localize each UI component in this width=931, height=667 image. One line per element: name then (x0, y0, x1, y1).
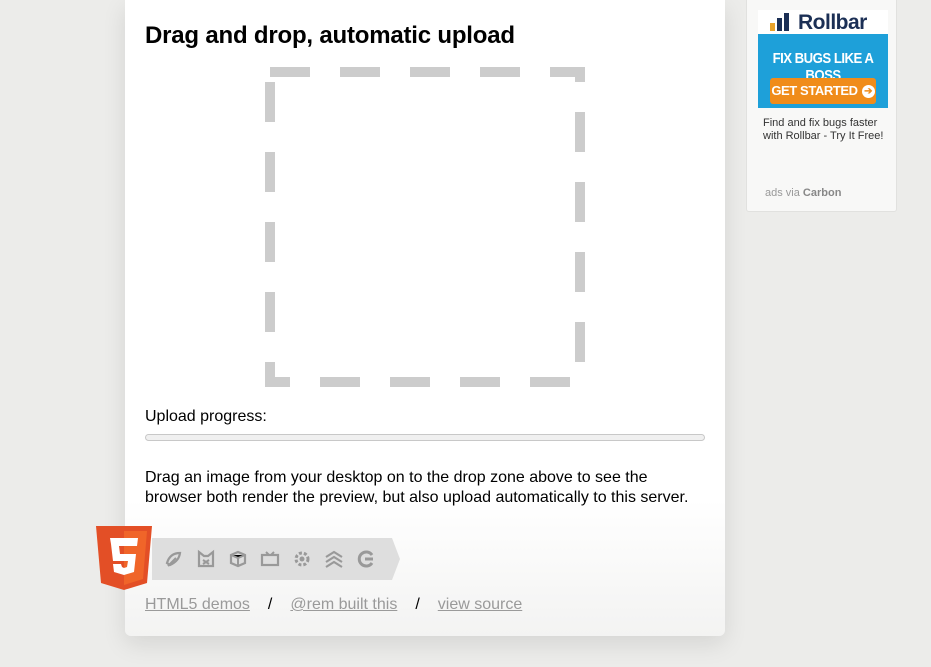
carbon-ad: Rollbar FIX BUGS LIKE A BOSS GET STARTED… (746, 0, 897, 212)
footer-separator: / (267, 596, 273, 613)
page-title: Drag and drop, automatic upload (145, 22, 515, 49)
ad-cta-label: GET STARTED (771, 83, 858, 98)
html5-logo-icon[interactable] (96, 526, 152, 590)
arrow-right-icon: ➔ (861, 85, 875, 99)
semantics-icon[interactable] (356, 549, 376, 569)
html5-technology-ribbon (152, 538, 400, 580)
ads-via-prefix: ads via (765, 187, 800, 199)
footer-separator: / (415, 596, 420, 613)
ad-get-started-button[interactable]: GET STARTED ➔ (770, 78, 876, 104)
footer-links: HTML5 demos / @rem built this / view source (145, 596, 522, 614)
css3-styling-icon[interactable] (324, 549, 344, 569)
html5-demos-link[interactable]: HTML5 demos (145, 596, 250, 613)
multimedia-icon[interactable] (260, 549, 280, 569)
device-access-icon[interactable] (196, 549, 216, 569)
ad-banner-image[interactable]: Rollbar FIX BUGS LIKE A BOSS GET STARTED… (758, 10, 888, 108)
offline-icon[interactable] (164, 549, 184, 569)
ads-via-carbon[interactable]: ads via Carbon (765, 187, 841, 199)
carbon-brand: Carbon (802, 187, 842, 199)
rem-built-this-link[interactable]: @rem built this (290, 596, 397, 613)
performance-icon[interactable] (292, 549, 312, 569)
3d-effects-icon[interactable] (228, 549, 248, 569)
ad-brand-name: Rollbar (798, 11, 867, 34)
drop-zone[interactable] (265, 67, 585, 387)
ad-text-link[interactable]: Find and fix bugs faster with Rollbar - … (763, 117, 888, 143)
description-text: Drag an image from your desktop on to th… (145, 469, 689, 506)
ad-logo-bar: Rollbar (758, 10, 888, 34)
upload-progress-bar (145, 434, 705, 441)
rollbar-logo-icon (770, 13, 789, 31)
view-source-link[interactable]: view source (438, 596, 522, 613)
upload-progress-label: Upload progress: (145, 408, 267, 425)
